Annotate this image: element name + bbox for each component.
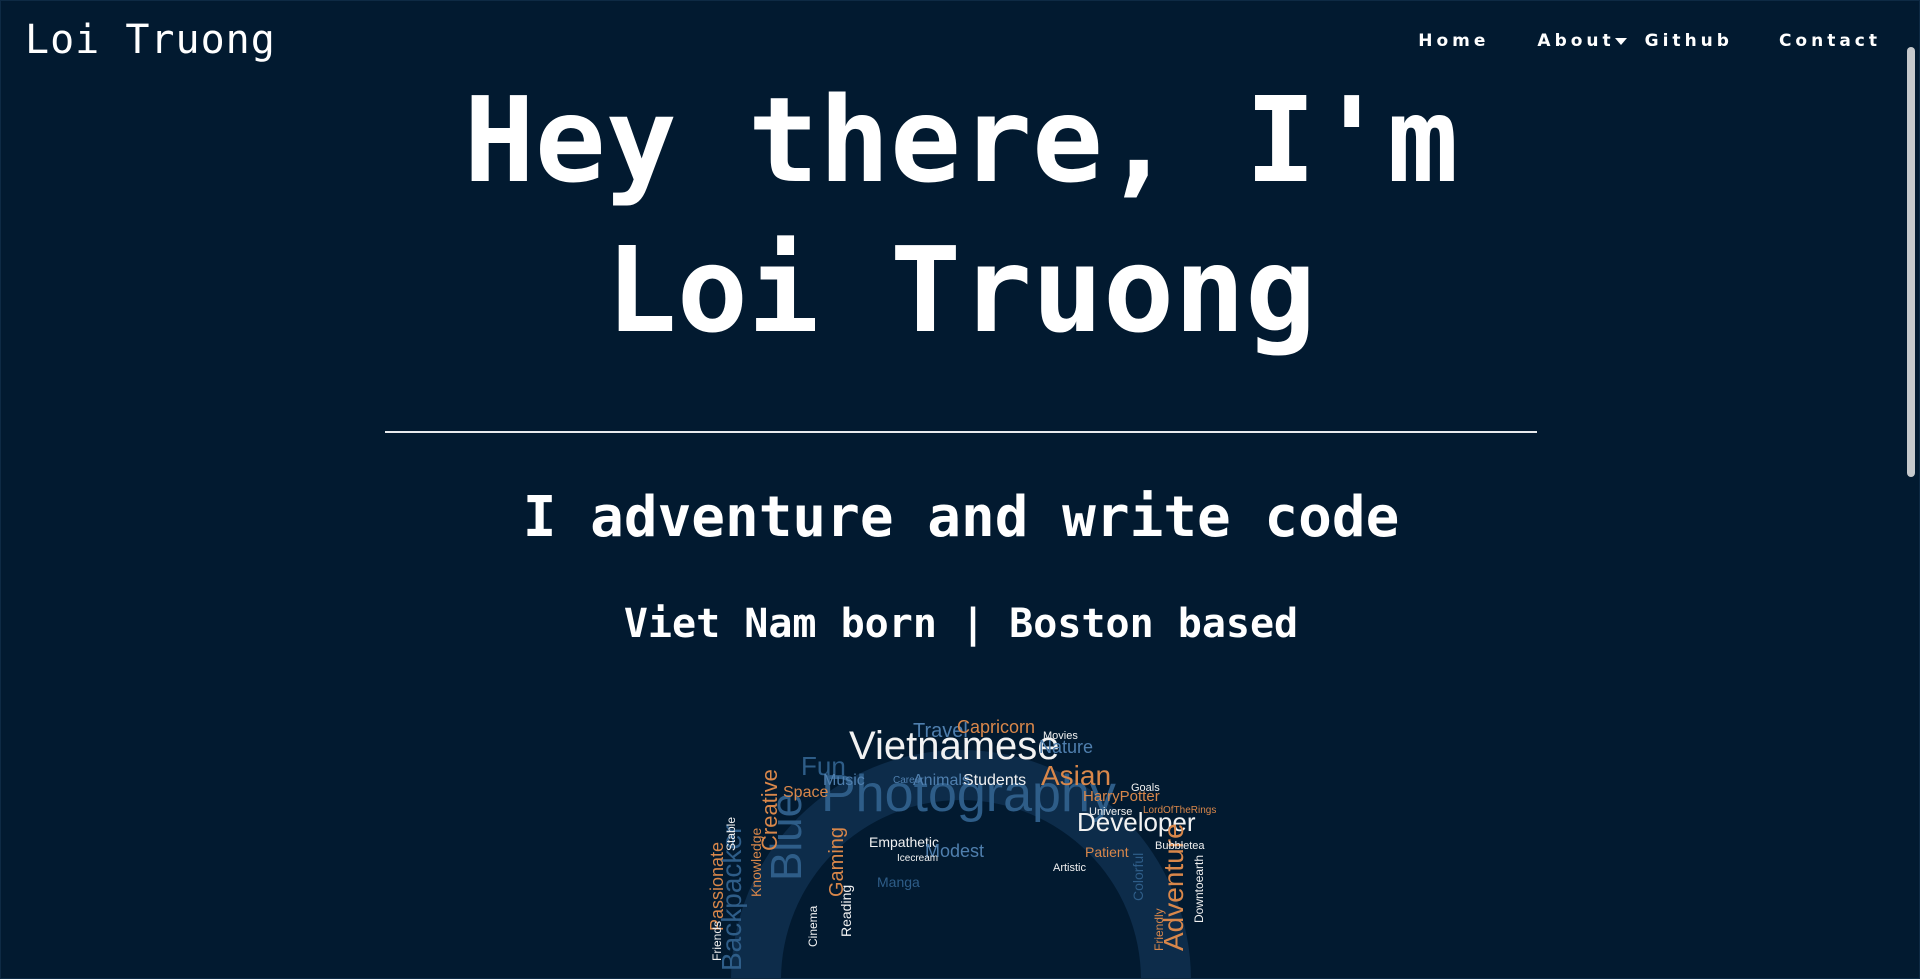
word-cloud-word: LordOfTheRings [1143, 805, 1216, 816]
word-cloud-word: Universe [1089, 806, 1132, 818]
word-cloud-image: Vietnamese Photography Developer Asian Backp… [701, 701, 1221, 978]
word-cloud-word: Asian [1041, 760, 1111, 791]
hero-title: Hey there, I'm Loi Truong [1, 65, 1919, 365]
hero-tagline: I adventure and write code [522, 485, 1400, 550]
hero-divider [385, 431, 1537, 433]
word-cloud-word: Downtoearth [1192, 855, 1206, 923]
word-cloud-word: Knowledge [748, 828, 764, 897]
word-cloud-word: Cinema [806, 905, 820, 947]
word-cloud-word: Movies [1043, 730, 1078, 742]
word-cloud-word: Manga [877, 874, 920, 890]
chevron-down-icon [1614, 37, 1627, 45]
word-cloud-svg: VietnamesePhotographyDeveloperAsianBackp… [707, 717, 1216, 978]
brand-logo-link[interactable]: Loi Truong [25, 17, 276, 63]
page: Loi Truong Home About Github Contact Hey… [0, 0, 1920, 979]
word-cloud-word: Patient [1085, 844, 1129, 860]
word-cloud-word: Bubbletea [1155, 840, 1205, 852]
nav-about-label: About [1537, 31, 1615, 51]
scrollbar-track[interactable] [1903, 1, 1919, 978]
word-cloud-word: Career [893, 775, 924, 786]
scrollbar-thumb[interactable] [1907, 47, 1915, 477]
word-cloud-word: Music [823, 772, 865, 789]
word-cloud-word: Stable [724, 817, 738, 851]
word-cloud-word: Icecream [897, 853, 938, 864]
hero-title-line-2: Loi Truong [605, 221, 1317, 359]
word-cloud-word: Friends [710, 921, 724, 961]
nav-about-dropdown[interactable]: About [1537, 31, 1627, 51]
nav-home-link[interactable]: Home [1418, 31, 1489, 51]
nav-github-link[interactable]: Github [1645, 31, 1733, 51]
main-nav: Home About Github Contact [1418, 31, 1881, 51]
word-cloud-word: Friendly [1152, 908, 1166, 951]
nav-contact-link[interactable]: Contact [1779, 31, 1881, 51]
word-cloud-word: Students [963, 772, 1026, 789]
word-cloud-word: Colorful [1130, 853, 1146, 901]
word-cloud-word: Passionate [707, 842, 727, 931]
hero-title-line-1: Hey there, I'm [463, 71, 1459, 209]
word-cloud-word: Capricorn [957, 717, 1035, 737]
word-cloud-word: Space [783, 784, 828, 801]
word-cloud-word: Reading [838, 885, 854, 937]
hero-location: Viet Nam born | Boston based [623, 601, 1299, 647]
word-cloud-word: Artistic [1053, 862, 1087, 874]
word-cloud-word: Goals [1131, 782, 1160, 794]
